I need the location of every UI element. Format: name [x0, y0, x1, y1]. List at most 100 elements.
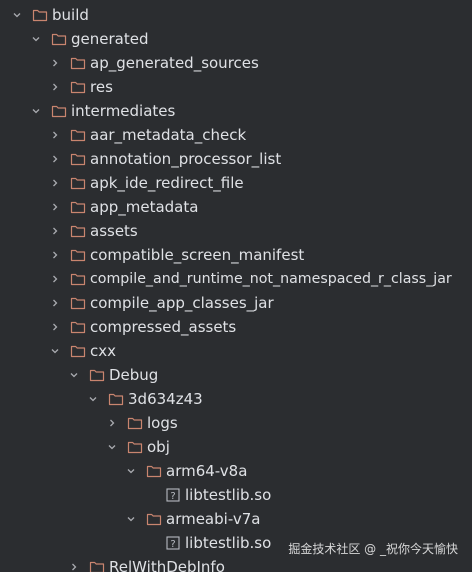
- chevron-down-icon[interactable]: [31, 106, 41, 116]
- chevron-down-icon[interactable]: [69, 370, 79, 380]
- tree-item-label: libtestlib.so: [185, 534, 272, 552]
- tree-item-apk-ide-redirect-file[interactable]: apk_ide_redirect_file: [50, 171, 244, 195]
- chevron-right-icon[interactable]: [107, 418, 117, 428]
- tree-item-compile-app-classes-jar[interactable]: compile_app_classes_jar: [50, 291, 274, 315]
- chevron-right-icon[interactable]: [50, 250, 60, 260]
- chevron-right-icon[interactable]: [50, 154, 60, 164]
- chevron-right-icon[interactable]: [50, 58, 60, 68]
- tree-item-intermediates[interactable]: intermediates: [31, 99, 175, 123]
- chevron-right-icon[interactable]: [50, 202, 60, 212]
- tree-item-cxx[interactable]: cxx: [50, 339, 116, 363]
- tree-item-label: cxx: [90, 342, 117, 360]
- tree-item-label: RelWithDebInfo: [109, 558, 225, 572]
- chevron-right-icon[interactable]: [50, 322, 60, 332]
- chevron-down-icon[interactable]: [126, 514, 136, 524]
- tree-item-label: Debug: [109, 366, 159, 384]
- tree-item-app-metadata[interactable]: app_metadata: [50, 195, 198, 219]
- tree-item-label: generated: [71, 30, 149, 48]
- tree-item-label: intermediates: [71, 102, 176, 120]
- folder-icon: [70, 127, 86, 143]
- folder-icon: [127, 415, 143, 431]
- tree-item-armeabi-v7a[interactable]: armeabi-v7a: [126, 507, 260, 531]
- tree-item-ap-generated-sources[interactable]: ap_generated_sources: [50, 51, 259, 75]
- tree-item-libtestlib-so[interactable]: ? libtestlib.so: [145, 531, 271, 555]
- tree-item-label: annotation_processor_list: [90, 150, 282, 168]
- watermark: 掘金技术社区 @ _祝你今天愉快: [288, 542, 458, 556]
- tree-item-generated[interactable]: generated: [31, 27, 148, 51]
- chevron-down-icon[interactable]: [31, 34, 41, 44]
- tree-item-res[interactable]: res: [50, 75, 113, 99]
- svg-text:?: ?: [170, 539, 175, 550]
- tree-item-label: apk_ide_redirect_file: [90, 174, 244, 192]
- folder-icon: [70, 79, 86, 95]
- tree-item-label: logs: [147, 414, 178, 432]
- folder-icon: [70, 175, 86, 191]
- chevron-down-icon[interactable]: [126, 466, 136, 476]
- tree-item-label: arm64-v8a: [166, 462, 248, 480]
- chevron-right-icon[interactable]: [69, 562, 79, 572]
- tree-item-compatible-screen-manifest[interactable]: compatible_screen_manifest: [50, 243, 304, 267]
- folder-icon: [146, 511, 162, 527]
- unknown-file-icon: ?: [165, 535, 181, 551]
- folder-icon: [89, 559, 105, 572]
- chevron-right-icon[interactable]: [50, 178, 60, 188]
- tree-item-aar-metadata-check[interactable]: aar_metadata_check: [50, 123, 246, 147]
- folder-icon: [70, 199, 86, 215]
- folder-icon: [70, 343, 86, 359]
- chevron-down-icon[interactable]: [12, 10, 22, 20]
- folder-icon: [89, 367, 105, 383]
- tree-item-label: obj: [147, 438, 170, 456]
- tree-item-label: compatible_screen_manifest: [90, 246, 305, 264]
- tree-item-arm64-v8a[interactable]: arm64-v8a: [126, 459, 247, 483]
- tree-item-label: assets: [90, 222, 138, 240]
- tree-item-build[interactable]: build: [12, 3, 89, 27]
- folder-icon: [70, 319, 86, 335]
- unknown-file-icon: ?: [165, 487, 181, 503]
- folder-icon: [51, 31, 67, 47]
- chevron-right-icon[interactable]: [50, 82, 60, 92]
- tree-item-libtestlib-so[interactable]: ? libtestlib.so: [145, 483, 271, 507]
- folder-icon: [51, 103, 67, 119]
- chevron-right-icon[interactable]: [50, 130, 60, 140]
- tree-item-debug[interactable]: Debug: [69, 363, 158, 387]
- folder-icon: [127, 439, 143, 455]
- tree-item-annotation-processor-list[interactable]: annotation_processor_list: [50, 147, 281, 171]
- tree-item-label: res: [90, 78, 113, 96]
- chevron-down-icon[interactable]: [107, 442, 117, 452]
- tree-item-obj[interactable]: obj: [107, 435, 170, 459]
- tree-item-label: ap_generated_sources: [90, 54, 259, 72]
- folder-icon: [70, 55, 86, 71]
- tree-item-compile-and-runtime-not-namespaced-r-class-jar[interactable]: compile_and_runtime_not_namespaced_r_cla…: [50, 267, 452, 291]
- tree-item-compressed-assets[interactable]: compressed_assets: [50, 315, 236, 339]
- tree-item-3d634z43[interactable]: 3d634z43: [88, 387, 203, 411]
- tree-item-label: armeabi-v7a: [166, 510, 261, 528]
- chevron-down-icon[interactable]: [88, 394, 98, 404]
- svg-text:?: ?: [170, 491, 175, 502]
- chevron-right-icon[interactable]: [50, 298, 60, 308]
- folder-icon: [146, 463, 162, 479]
- tree-item-relwithdebinfo[interactable]: RelWithDebInfo: [69, 555, 225, 572]
- tree-item-label: aar_metadata_check: [90, 126, 247, 144]
- chevron-right-icon[interactable]: [50, 226, 60, 236]
- folder-icon: [70, 151, 86, 167]
- folder-icon: [70, 247, 86, 263]
- folder-icon: [70, 223, 86, 239]
- tree-item-logs[interactable]: logs: [107, 411, 178, 435]
- chevron-right-icon[interactable]: [50, 274, 60, 284]
- chevron-down-icon[interactable]: [50, 346, 60, 356]
- tree-item-label: compile_app_classes_jar: [90, 294, 274, 312]
- tree-item-label: app_metadata: [90, 198, 199, 216]
- tree-item-assets[interactable]: assets: [50, 219, 138, 243]
- folder-icon: [32, 7, 48, 23]
- folder-icon: [108, 391, 124, 407]
- folder-icon: [70, 295, 86, 311]
- tree-item-label: compressed_assets: [90, 318, 237, 336]
- tree-item-label: build: [52, 6, 89, 24]
- tree-item-label: compile_and_runtime_not_namespaced_r_cla…: [90, 271, 452, 287]
- folder-icon: [70, 271, 86, 287]
- tree-item-label: 3d634z43: [128, 390, 203, 408]
- project-tree: build generated ap_generated_sources res…: [0, 0, 472, 572]
- tree-item-label: libtestlib.so: [185, 486, 272, 504]
